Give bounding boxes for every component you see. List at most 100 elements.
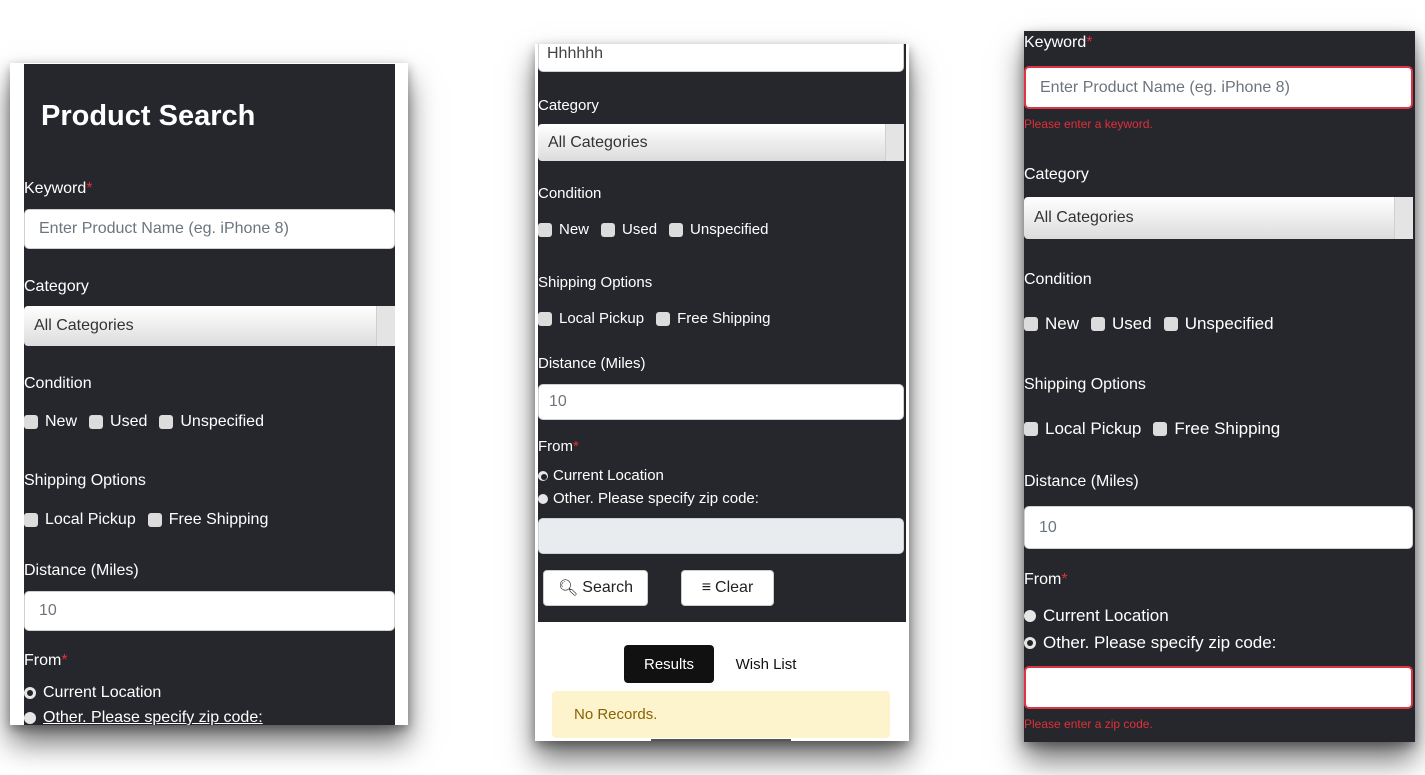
distance-label: Distance (Miles) (24, 562, 139, 579)
tab-wish-list[interactable]: Wish List (723, 645, 809, 683)
radio-button[interactable] (538, 493, 548, 504)
shipping-free-shipping-label: Free Shipping (168, 511, 269, 528)
keyword-label: Keyword* (24, 180, 93, 197)
checkbox-used[interactable] (1091, 317, 1106, 331)
required-mark: * (1086, 34, 1093, 51)
shipping-label: Shipping Options (1024, 376, 1146, 393)
no-records-alert: No Records. (552, 691, 890, 738)
condition-checkboxes: New Used Unspecified (538, 221, 768, 238)
radio-button-selected[interactable] (24, 687, 36, 699)
condition-used-label: Used (110, 413, 148, 430)
radio-other-zip[interactable]: Other. Please specify zip code: (538, 490, 759, 507)
checkbox-new[interactable] (538, 222, 552, 237)
chevron-down-icon (376, 306, 395, 346)
keyword-error: Please enter a keyword. (1024, 117, 1153, 131)
category-label: Category (1024, 166, 1089, 183)
condition-unspecified-label: Unspecified (1184, 314, 1274, 333)
checkbox-unspecified[interactable] (669, 222, 684, 237)
condition-label: Condition (1024, 271, 1092, 288)
category-select-value: All Categories (548, 133, 648, 151)
shipping-checkboxes: Local Pickup Free Shipping (1024, 419, 1280, 439)
distance-input[interactable]: 10 (538, 384, 904, 420)
search-form-panel: Keyword* Enter Product Name (eg. iPhone … (1024, 31, 1415, 742)
radio-current-location[interactable]: Current Location (1024, 606, 1169, 626)
screenshot-product-search-form: Product Search Keyword* Enter Product Na… (10, 63, 408, 725)
condition-checkboxes: New Used Unspecified (24, 413, 264, 431)
checkbox-local-pickup[interactable] (1024, 422, 1038, 436)
keyword-label: Keyword* (1024, 34, 1093, 51)
tab-results[interactable]: Results (624, 645, 714, 683)
condition-new-label: New (1045, 314, 1080, 333)
radio-button-selected[interactable] (538, 470, 548, 481)
from-label: From* (538, 438, 579, 455)
condition-unspecified-label: Unspecified (180, 413, 264, 430)
page-title: Product Search (41, 100, 256, 132)
shipping-checkboxes: Local Pickup Free Shipping (24, 511, 268, 529)
checkbox-new[interactable] (1024, 317, 1038, 331)
shipping-local-pickup-label: Local Pickup (45, 511, 136, 528)
required-mark: * (61, 652, 68, 669)
category-label: Category (24, 278, 89, 295)
condition-new-label: New (45, 413, 78, 430)
condition-used-label: Used (1112, 314, 1152, 333)
keyword-input[interactable]: Enter Product Name (eg. iPhone 8) (1024, 66, 1413, 109)
shipping-label: Shipping Options (538, 274, 653, 291)
divider (651, 739, 791, 741)
required-mark: * (573, 438, 579, 455)
radio-other-zip[interactable]: Other. Please specify zip code: (24, 709, 263, 725)
radio-button-selected[interactable] (1024, 637, 1036, 649)
checkbox-local-pickup[interactable] (24, 513, 38, 527)
clear-button[interactable]: ≡ Clear (681, 570, 774, 606)
required-mark: * (86, 180, 93, 197)
radio-button[interactable] (24, 712, 36, 724)
checkbox-free-shipping[interactable] (1153, 422, 1168, 436)
keyword-input[interactable]: Enter Product Name (eg. iPhone 8) (24, 209, 395, 249)
shipping-checkboxes: Local Pickup Free Shipping (538, 310, 770, 327)
checkbox-used[interactable] (89, 415, 104, 429)
condition-used-label: Used (622, 221, 658, 238)
checkbox-used[interactable] (601, 222, 616, 237)
category-select-value: All Categories (34, 317, 134, 334)
checkbox-unspecified[interactable] (159, 415, 174, 429)
shipping-label: Shipping Options (24, 472, 146, 489)
keyword-input[interactable]: Hhhhhh (538, 44, 904, 72)
from-label: From* (24, 652, 68, 669)
search-form-panel: Hhhhhh Category All Categories Condition… (538, 44, 906, 622)
search-form-panel: Product Search Keyword* Enter Product Na… (24, 64, 395, 725)
distance-label: Distance (Miles) (1024, 473, 1139, 490)
radio-button[interactable] (1024, 610, 1036, 622)
checkbox-local-pickup[interactable] (538, 311, 552, 326)
category-select[interactable]: All Categories (24, 306, 395, 346)
checkbox-free-shipping[interactable] (147, 513, 162, 527)
required-mark: * (1061, 571, 1068, 588)
category-select[interactable]: All Categories (538, 124, 904, 161)
radio-current-location[interactable]: Current Location (24, 684, 161, 702)
condition-checkboxes: New Used Unspecified (1024, 314, 1274, 334)
zip-code-input[interactable] (1024, 666, 1413, 709)
shipping-free-shipping-label: Free Shipping (677, 310, 771, 327)
clear-icon: ≡ (701, 579, 712, 596)
checkbox-new[interactable] (24, 415, 38, 429)
chevron-down-icon (885, 124, 904, 161)
shipping-free-shipping-label: Free Shipping (1174, 419, 1281, 438)
zip-code-input[interactable] (538, 518, 904, 554)
checkbox-free-shipping[interactable] (656, 311, 671, 326)
checkbox-unspecified[interactable] (1163, 317, 1178, 331)
condition-unspecified-label: Unspecified (690, 221, 769, 238)
distance-label: Distance (Miles) (538, 355, 646, 372)
category-select[interactable]: All Categories (1024, 197, 1413, 239)
search-button[interactable]: 🔍︎ Search (543, 570, 648, 606)
condition-label: Condition (24, 375, 92, 392)
distance-input[interactable]: 10 (24, 591, 395, 631)
category-select-value: All Categories (1034, 209, 1134, 226)
search-icon: 🔍︎ (557, 580, 579, 597)
radio-current-location[interactable]: Current Location (538, 467, 664, 484)
screenshot-search-results: Hhhhhh Category All Categories Condition… (535, 44, 909, 741)
distance-input[interactable]: 10 (1024, 506, 1413, 549)
shipping-local-pickup-label: Local Pickup (559, 310, 645, 327)
condition-new-label: New (559, 221, 590, 238)
category-label: Category (538, 97, 599, 114)
radio-other-zip[interactable]: Other. Please specify zip code: (1024, 633, 1276, 653)
chevron-down-icon (1394, 197, 1413, 239)
screenshot-validation-errors: Keyword* Enter Product Name (eg. iPhone … (1024, 31, 1415, 742)
